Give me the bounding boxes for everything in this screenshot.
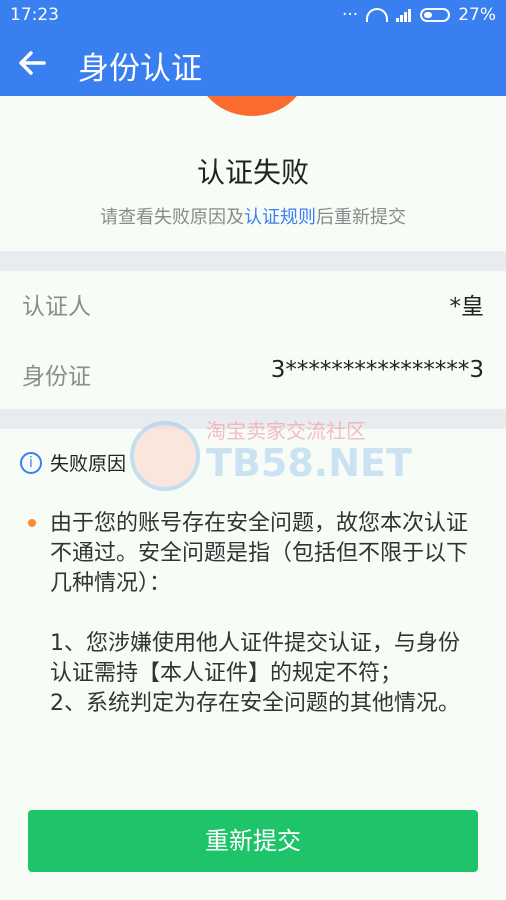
info-label: 认证人 [22,294,91,320]
cellular-signal-icon [396,8,412,22]
fail-status-icon [196,96,308,116]
battery-percent: 27% [458,5,496,25]
desc-prefix: 请查看失败原因及 [100,207,244,228]
arrow-left-icon [19,51,46,75]
battery-icon [420,8,451,22]
status-bar: 17:23 ··· 27% [0,0,506,30]
result-section: 认证失败 请查看失败原因及认证规则后重新提交 [0,96,506,251]
back-button[interactable] [14,46,50,80]
desc-suffix: 后重新提交 [316,207,406,228]
section-divider [0,409,506,429]
reason-text: 由于您的账号存在安全问题，故您本次认证不通过。安全问题是指（包括但不限于以下几种… [50,511,469,716]
info-label: 身份证 [22,364,91,390]
reason-header-label: 失败原因 [50,453,127,475]
info-icon: i [20,451,42,474]
info-row-name: 认证人 *皇 [22,287,484,327]
result-description: 请查看失败原因及认证规则后重新提交 [0,203,506,229]
result-title: 认证失败 [196,156,309,189]
resubmit-button[interactable]: 重新提交 [28,810,478,872]
status-icons: ··· 27% [342,5,496,25]
section-divider [0,251,506,271]
app-bar: 身份认证 [0,30,506,96]
rules-link[interactable]: 认证规则 [244,207,316,228]
signal-dots-icon: ··· [341,5,359,25]
page-title: 身份认证 [78,51,202,87]
info-value: 3****************3 [270,357,484,383]
info-row-id: 身份证 3****************3 [22,357,484,397]
wifi-icon [366,8,389,22]
info-value: *皇 [449,294,485,320]
reason-header: i 失败原因 [20,449,126,476]
identity-info: 认证人 *皇 身份证 3****************3 [0,271,506,409]
status-time: 17:23 [10,5,59,25]
bullet-dot-icon [28,519,36,527]
